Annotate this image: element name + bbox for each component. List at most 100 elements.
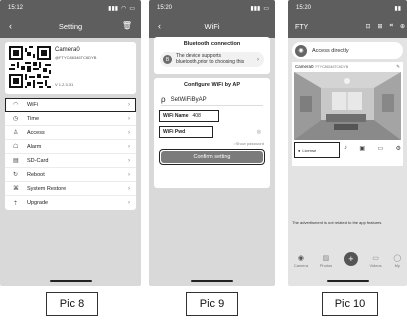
wifi-config-title: Configure WiFi by AP [184,82,240,88]
clock-icon: ◷ [13,116,19,122]
ssid-selector[interactable]: ρ SetWiFiByAP [161,94,263,106]
reboot-icon: ↻ [13,172,19,178]
pic9-screenshot: 15:20 ▮▮▮ ▭ ‹ WiFi Bluetooth connection B… [149,0,275,286]
person-icon: ♙ [13,130,19,136]
confirm-setting-highlight: Confirm setting [159,149,265,165]
sdcard-icon: ▤ [13,158,19,164]
bluetooth-icon: B [163,55,172,64]
chevron-right-icon: › [128,101,130,108]
page-title: Setting [58,22,83,31]
battery-icon: ▭ [129,5,135,12]
pic10-header: 15:20 ▮▮ FTY ⊡ ⊞ ⌗ ⊕ [288,0,407,38]
show-password-toggle[interactable]: ○Show password [160,141,264,146]
camera-name: Camera0 [55,47,80,53]
menu-item-upgrade[interactable]: ⇡ Upgrade › [5,196,136,210]
card-settings-icon[interactable]: ✎ [396,64,400,70]
caption-pic8: Pic 8 [46,292,98,316]
wifi-pwd-row[interactable]: WiFi Pwd ◎ [159,126,265,138]
chevron-right-icon: › [128,129,130,136]
menu-item-reboot[interactable]: ↻ Reboot › [5,168,136,182]
pic9-header: 15:20 ▮▮▮ ▭ ‹ WiFi [149,0,275,38]
signal-icon: ▮▮▮ [250,5,261,12]
pic8-screenshot: 15:12 ▮▮▮ ◠ ▭ ‹ Setting 🗑 Camera0 @FTYC8… [0,0,141,286]
home-indicator [326,280,369,282]
camera-name: Camera0 [295,64,314,69]
camera-preview[interactable] [294,72,401,140]
camera-avatar-icon: ◉ [295,44,307,57]
bottom-tab-bar: ◉ Camera ▨ Photos + ▭ Videos ◯ My [288,247,407,281]
tab-my[interactable]: ◯ My [393,254,401,268]
caption-pic9: Pic 9 [186,292,238,316]
photos-tab-icon: ▨ [322,255,330,262]
ad-notice: The advertisment is not related to the a… [292,220,382,225]
wifi-config-panel: Configure WiFi by AP ρ SetWiFiByAP WiFi … [154,78,270,188]
wifi-icon: ◠ [13,102,19,108]
alarm-icon: ☖ [13,144,19,150]
wifi-name-row[interactable]: WiFi Name 408 [159,110,265,122]
wifi-name-label: WiFi Name [163,113,189,119]
signal-icon: ▮▮ [394,5,401,12]
status-time: 15:12 [8,5,24,11]
qr-code [9,46,51,88]
settings-gear-icon[interactable]: ⚙ [396,145,401,152]
record-icon[interactable]: ▭ [378,145,384,152]
camera-version: V 1.2.3.31 [55,82,74,87]
page-title: WiFi [204,22,220,31]
tab-videos[interactable]: ▭ Videos [369,254,381,268]
chevron-right-icon: › [257,56,259,63]
trash-icon[interactable]: 🗑 [122,21,132,30]
battery-icon: ▭ [263,5,269,12]
camera-uid: FTYC86346TC6DYB [315,64,349,69]
status-time: 15:20 [296,5,312,11]
tab-camera[interactable]: ◉ Camera [294,254,308,268]
scan-icon[interactable]: ⌗ [390,23,393,30]
camera-card-header: Camera0 FTYC86346TC6DYB ✎ [292,62,403,71]
pic8-header: 15:12 ▮▮▮ ◠ ▭ ‹ Setting 🗑 [0,0,141,38]
menu-item-access[interactable]: ♙ Access › [5,126,136,140]
chevron-right-icon: › [128,115,130,122]
message-icon[interactable]: ⊡ [366,23,371,30]
playback-icon[interactable]: ▣ [359,145,365,152]
ssid-value: SetWiFiByAP [170,96,207,103]
app-name: FTY [295,24,309,31]
status-bar: 15:20 ▮▮▮ ▭ [157,3,269,13]
settings-menu: ◠ WiFi › ◷ Time › ♙ Access › ☖ Alarm › ▤ SD-Card ›… [5,98,136,210]
caption-pic10: Pic 10 [322,292,378,316]
status-bar: 15:12 ▮▮▮ ◠ ▭ [8,3,135,13]
chevron-right-icon: › [128,157,130,164]
camera-controls: ♪ ▣ ▭ ⚙ [344,145,401,152]
eye-icon[interactable]: ◎ [257,129,261,135]
menu-item-wifi[interactable]: ◠ WiFi › [5,98,136,112]
menu-item-alarm[interactable]: ☖ Alarm › [5,140,136,154]
menu-item-sdcard[interactable]: ▤ SD-Card › [5,154,136,168]
signal-icon: ▮▮▮ [108,5,119,12]
pic10-screenshot: 15:20 ▮▮ FTY ⊡ ⊞ ⌗ ⊕ ◉ Access directly C… [288,0,407,286]
home-indicator [191,280,233,282]
tab-photos[interactable]: ▨ Photos [320,254,332,268]
chevron-right-icon: › [128,143,130,150]
access-directly-bar[interactable]: ◉ Access directly [292,42,403,59]
home-indicator [49,280,92,282]
camera-tab-icon: ◉ [297,255,304,262]
camera-uid: @FTYC86346TC6DYB [55,55,97,60]
tab-add[interactable]: + [343,252,358,266]
license-highlight: ● License [294,142,340,158]
my-tab-icon: ◯ [393,255,402,262]
add-icon[interactable]: ⊕ [400,23,405,30]
confirm-setting-button[interactable]: Confirm setting [161,151,263,163]
grid-icon[interactable]: ⊞ [378,23,383,30]
bluetooth-option[interactable]: B The device supports bluetooth,prior to… [160,52,264,67]
menu-item-system-restore[interactable]: ⌘ System Restore › [5,182,136,196]
bluetooth-text: The device supports bluetooth,prior to c… [176,53,245,65]
menu-item-time[interactable]: ◷ Time › [5,112,136,126]
chevron-right-icon: › [128,171,130,178]
wifi-pwd-field[interactable]: WiFi Pwd [159,126,213,138]
status-time: 15:20 [157,5,173,11]
camera-card: Camera0 FTYC86346TC6DYB ✎ ● License ♪ ▣ … [292,62,403,166]
license-dot-icon: ● [298,147,301,153]
plus-icon: + [343,252,358,266]
wifi-name-field[interactable]: WiFi Name 408 [159,110,219,122]
chevron-right-icon: › [128,185,130,192]
alarm-icon[interactable]: ♪ [344,145,347,152]
videos-tab-icon: ▭ [372,255,379,262]
